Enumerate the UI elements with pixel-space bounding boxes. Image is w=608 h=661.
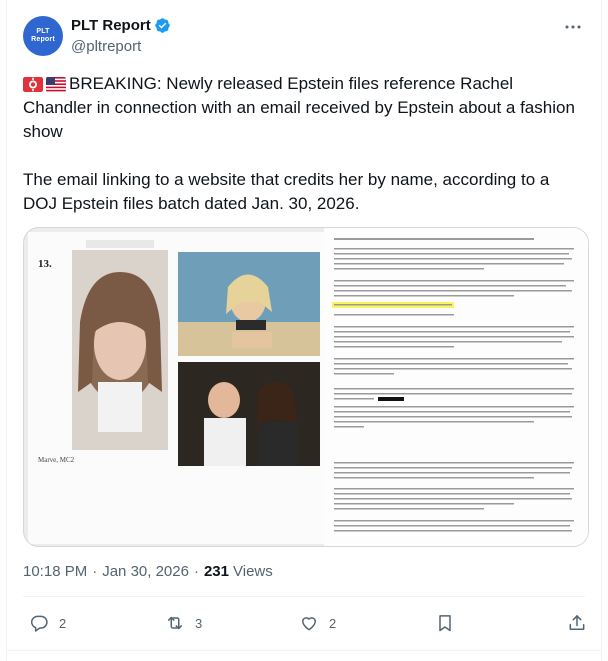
- tweet-date[interactable]: Jan 30, 2026: [102, 563, 189, 580]
- avatar-logo: PLT Report: [31, 28, 55, 43]
- share-icon: [569, 615, 585, 630]
- document-page-right: [324, 228, 588, 546]
- tweet-card: PLT Report PLT Report @pltreport BREAKIN…: [6, 0, 602, 661]
- tweet-text: BREAKING: Newly released Epstein files r…: [23, 72, 583, 216]
- meta-separator: ·: [92, 563, 98, 580]
- tweet-meta: 10:18 PM · Jan 30, 2026 · 231 Views: [23, 563, 273, 580]
- document-page-left: [28, 232, 328, 544]
- us-flag-emoji-icon: [46, 77, 66, 92]
- reply-icon: [30, 615, 48, 632]
- meta-separator: ·: [193, 563, 199, 580]
- bookmark-icon: [439, 615, 451, 632]
- like-button[interactable]: 2: [299, 609, 336, 637]
- author-display-name[interactable]: PLT Report: [71, 17, 151, 34]
- share-button[interactable]: [567, 609, 587, 637]
- more-icon[interactable]: [561, 16, 585, 38]
- repost-count: 3: [195, 615, 203, 631]
- repost-button[interactable]: 3: [165, 609, 202, 637]
- tweet-header: PLT Report PLT Report @pltreport: [23, 16, 585, 60]
- document-page-number: 13.: [38, 258, 52, 270]
- action-bar: 2 3 2: [23, 609, 585, 637]
- verified-badge-icon: [154, 18, 170, 33]
- views-label: Views: [233, 563, 273, 580]
- tweet-media-image[interactable]: 13. Marve, MC2: [23, 227, 589, 547]
- repost-icon: [168, 616, 182, 630]
- avatar[interactable]: PLT Report: [23, 16, 63, 56]
- author-handle[interactable]: @pltreport: [71, 38, 141, 55]
- card-bottom-border: [7, 650, 601, 651]
- like-icon: [302, 617, 316, 631]
- like-count: 2: [329, 615, 337, 631]
- reply-button[interactable]: 2: [29, 609, 66, 637]
- bookmark-button[interactable]: [435, 609, 455, 637]
- siren-emoji-icon: [23, 77, 43, 92]
- views-count: 231: [203, 563, 229, 580]
- tweet-body: BREAKING: Newly released Epstein files r…: [23, 74, 575, 213]
- document-caption: Marve, MC2: [38, 456, 75, 464]
- reply-count: 2: [59, 615, 67, 631]
- tweet-time[interactable]: 10:18 PM: [23, 563, 87, 580]
- name-row: PLT Report: [71, 17, 171, 34]
- divider: [23, 596, 585, 597]
